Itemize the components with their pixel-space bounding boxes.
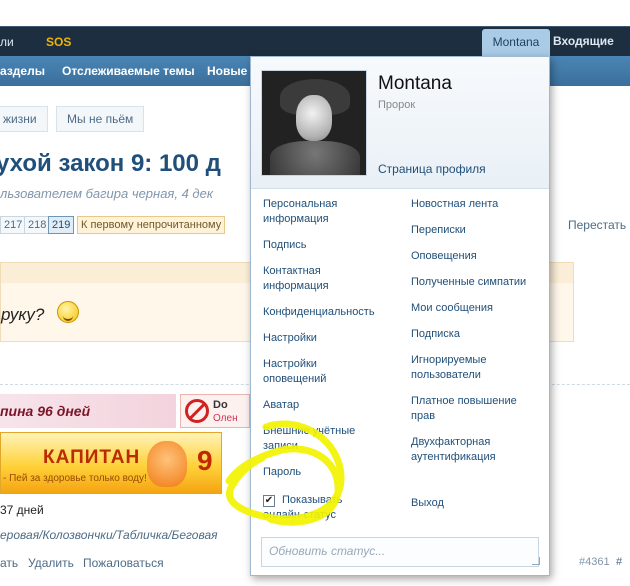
nav-item-partial[interactable]: ли	[0, 35, 14, 49]
no-alcohol-badge: Do Олен	[180, 394, 250, 428]
menu-link-personal-info[interactable]: Персональная информация	[263, 197, 337, 227]
menu-link-conversations[interactable]: Переписки	[411, 223, 466, 238]
account-menu-header: Montana Пророк Страница профиля	[251, 57, 549, 189]
avatar[interactable]	[261, 70, 367, 176]
page-link[interactable]: 218	[24, 216, 51, 234]
post-action-report[interactable]: Пожаловаться	[83, 556, 164, 570]
username[interactable]: Montana	[378, 73, 452, 95]
account-menu-popup: Montana Пророк Страница профиля Персонал…	[250, 56, 550, 576]
post-action-delete[interactable]: Удалить	[28, 556, 74, 570]
breadcrumb-item[interactable]: жизни	[0, 106, 48, 132]
menu-link-signature[interactable]: Подпись	[263, 238, 307, 253]
menu-link-alert-settings[interactable]: Настройки оповещений	[263, 357, 326, 387]
banner-subtitle: - Пей за здоровье только воду!	[3, 473, 147, 484]
no-alcohol-text: Do	[213, 399, 228, 411]
thread-title: ухой закон 9: 100 д	[0, 150, 221, 177]
subnav-item-watched-threads[interactable]: Отслеживаемые темы	[62, 64, 195, 78]
thread-author-line: льзователем багира черная, 4 дек	[0, 186, 213, 201]
post-number[interactable]: #4361	[579, 556, 610, 568]
menu-link-alerts[interactable]: Оповещения	[411, 249, 477, 264]
menu-link-privacy[interactable]: Конфиденциальность	[263, 305, 375, 320]
breadcrumb: жизни Мы не пьём	[0, 106, 250, 134]
top-navigation-bar: ли SOS Montana Входящие	[0, 26, 630, 57]
online-status-checkbox[interactable]: ✔	[263, 495, 275, 507]
tab-inbox[interactable]: Входящие	[553, 34, 614, 48]
first-unread-button[interactable]: К первому непрочитанному	[77, 216, 226, 234]
menu-link-two-step-verification[interactable]: Двухфакторная аутентификация	[411, 435, 496, 465]
avatar-coat	[270, 141, 360, 175]
status-update-input[interactable]: Обновить статус...	[261, 537, 539, 567]
user-title: Пророк	[378, 99, 416, 111]
page-link[interactable]: 217	[0, 216, 27, 234]
menu-link-logout[interactable]: Выход	[411, 496, 444, 511]
no-sign-icon	[185, 399, 209, 423]
menu-link-password[interactable]: Пароль	[263, 465, 301, 480]
days-counter-bar: пина 96 дней	[0, 394, 176, 428]
menu-link-external-accounts[interactable]: Внешние учётные записи	[263, 424, 355, 454]
avatar-face	[296, 95, 332, 141]
banner-title: КАПИТАН	[43, 447, 141, 468]
subnav-item-sections[interactable]: азделы	[0, 64, 45, 78]
menu-link-paid-upgrades[interactable]: Платное повышение прав	[411, 394, 517, 424]
captain-banner: КАПИТАН - Пей за здоровье только воду! 9	[0, 432, 222, 494]
no-alcohol-subtext: Олен	[213, 413, 238, 424]
smiley-icon	[57, 301, 79, 323]
stop-watching-link[interactable]: Перестать	[568, 218, 626, 232]
menu-link-subscription[interactable]: Подписка	[411, 327, 460, 342]
menu-link-avatar[interactable]: Аватар	[263, 398, 299, 413]
goldfish-icon	[147, 441, 187, 487]
banner-number: 9	[197, 445, 213, 476]
resize-grip-icon[interactable]	[532, 557, 540, 565]
menu-link-likes-received[interactable]: Полученные симпатии	[411, 275, 526, 290]
menu-link-news-feed[interactable]: Новостная лента	[411, 197, 498, 212]
tab-account-montana[interactable]: Montana	[482, 29, 550, 57]
menu-link-ignored-users[interactable]: Игнорируемые пользователи	[411, 353, 486, 383]
menu-link-contact-info[interactable]: Контактная информация	[263, 264, 329, 294]
page-link-current[interactable]: 219	[48, 216, 75, 234]
quote-box-text: руку?	[1, 305, 45, 324]
post-action-edit[interactable]: ать	[0, 556, 18, 570]
nav-item-sos[interactable]: SOS	[46, 35, 71, 49]
menu-link-settings[interactable]: Настройки	[263, 331, 317, 346]
post-hash-link[interactable]: #	[616, 556, 622, 568]
signature-tags: еровая/Колозвончки/Табличка/Беговая	[0, 528, 218, 542]
breadcrumb-item[interactable]: Мы не пьём	[56, 106, 145, 132]
days-text: 37 дней	[0, 503, 44, 517]
profile-page-link[interactable]: Страница профиля	[378, 162, 486, 176]
menu-link-my-posts[interactable]: Мои сообщения	[411, 301, 493, 316]
